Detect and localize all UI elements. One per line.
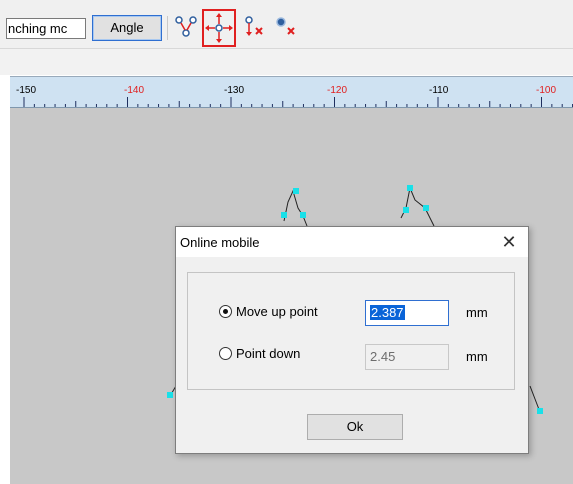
control-point[interactable] <box>293 188 299 194</box>
delete-dot-x-icon[interactable] <box>272 10 300 44</box>
ok-button[interactable]: Ok <box>307 414 403 440</box>
ruler-label: -120 <box>327 85 347 96</box>
move-up-label: Move up point <box>236 304 318 319</box>
control-point[interactable] <box>403 207 409 213</box>
control-point[interactable] <box>537 408 543 414</box>
ruler-label: -110 <box>429 85 449 96</box>
ruler-label: -150 <box>16 85 36 96</box>
radio-unchecked-icon[interactable] <box>219 347 232 360</box>
close-icon[interactable]: ✕ <box>498 231 520 253</box>
control-point[interactable] <box>423 205 429 211</box>
ruler-label: -140 <box>124 85 144 96</box>
dialog-title-bar: Online mobile ✕ <box>176 227 528 257</box>
control-point[interactable] <box>281 212 287 218</box>
point-down-value: 2.45 <box>370 349 396 364</box>
angle-button[interactable]: Angle <box>92 15 162 41</box>
toolbar-band <box>0 49 573 75</box>
mode-field[interactable]: nching mc <box>6 18 86 39</box>
horizontal-ruler: -150 -140 -130 -120 -110 -100 <box>10 76 573 108</box>
split-points-icon[interactable] <box>172 10 200 44</box>
move-point-icon[interactable] <box>202 9 236 47</box>
online-mobile-dialog: Online mobile ✕ Move up point 2.387 mm P… <box>175 226 529 454</box>
point-down-unit: mm <box>466 349 488 364</box>
toolbar-separator <box>167 16 168 40</box>
move-options-group: Move up point 2.387 mm Point down 2.45 m… <box>187 272 515 390</box>
move-up-input[interactable]: 2.387 <box>365 300 449 326</box>
control-point[interactable] <box>167 392 173 398</box>
move-up-unit: mm <box>466 305 488 320</box>
ruler-scale: -150 -140 -130 -120 -110 -100 <box>16 85 573 107</box>
control-point[interactable] <box>407 185 413 191</box>
radio-checked-icon[interactable] <box>219 305 232 318</box>
ruler-label: -130 <box>224 85 244 96</box>
delete-point-x-icon[interactable] <box>240 10 268 44</box>
dialog-title: Online mobile <box>180 235 260 250</box>
ruler-label: -100 <box>536 85 556 96</box>
point-down-input: 2.45 <box>365 344 449 370</box>
control-point[interactable] <box>300 212 306 218</box>
point-down-label: Point down <box>236 346 301 361</box>
move-up-value: 2.387 <box>370 305 405 320</box>
toolbar: nching mc Angle <box>0 0 573 49</box>
